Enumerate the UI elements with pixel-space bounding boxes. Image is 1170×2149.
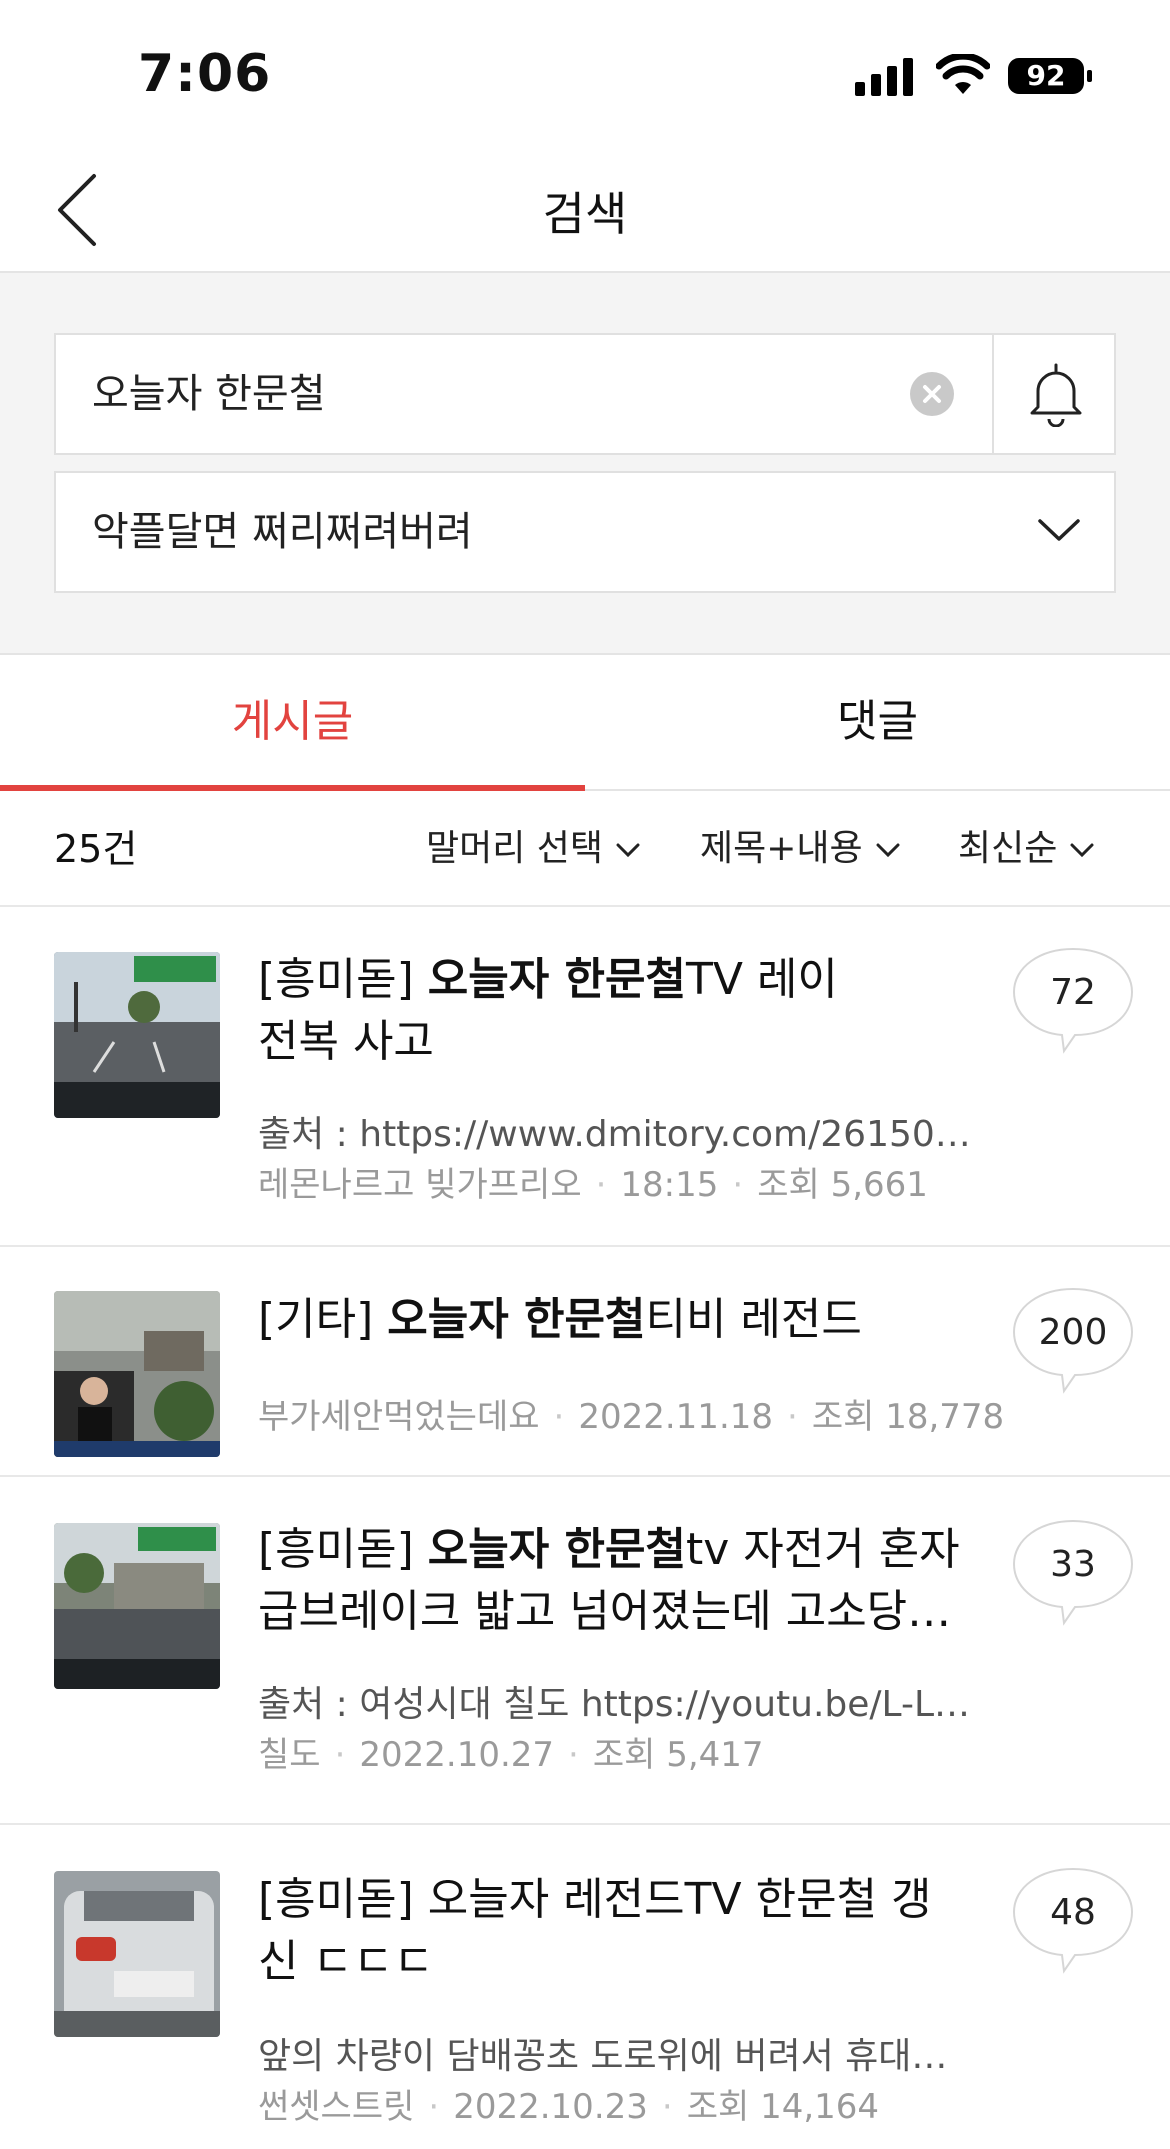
comment-count-bubble: 72 bbox=[1012, 947, 1134, 1057]
comment-count-bubble: 200 bbox=[1012, 1287, 1134, 1397]
list-item[interactable]: [흥미돋] 오늘자 한문철tv 자전거 혼자 급브레이크 밟고 넘어졌는데 고소… bbox=[0, 1477, 1170, 1825]
prefix-filter[interactable]: 말머리 선택 bbox=[426, 791, 641, 907]
post-author: 부가세안먹었는데요 bbox=[258, 1397, 540, 1437]
comment-count: 72 bbox=[1050, 972, 1096, 1013]
post-thumbnail bbox=[54, 1291, 220, 1457]
post-meta: 부가세안먹었는데요 · 2022.11.18 · 조회 18,778 bbox=[258, 1397, 1005, 1437]
post-date: 2022.11.18 bbox=[578, 1397, 774, 1437]
post-author: 칠도 bbox=[258, 1735, 321, 1775]
post-views: 조회 5,417 bbox=[592, 1735, 764, 1775]
post-date: 18:15 bbox=[620, 1165, 719, 1205]
result-tabs: 게시글 댓글 bbox=[0, 655, 1170, 791]
post-title-highlight: 오늘자 한문철 bbox=[427, 954, 686, 1005]
post-date: 2022.10.27 bbox=[359, 1735, 555, 1775]
post-title-line2: 급브레이크 밟고 넘어졌는데 고소당… bbox=[258, 1586, 952, 1637]
nav-bar: 검색 bbox=[0, 150, 1170, 273]
post-thumbnail bbox=[54, 1871, 220, 2037]
post-meta: 썬셋스트릿 · 2022.10.23 · 조회 14,164 bbox=[258, 2087, 880, 2127]
board-select[interactable]: 악플달면 쩌리쩌려버려 bbox=[54, 471, 1116, 593]
post-title: [흥미돋] 오늘자 한문철TV 레이 전복 사고 bbox=[258, 949, 978, 1073]
post-views: 조회 14,164 bbox=[686, 2087, 880, 2127]
result-count: 25건 bbox=[54, 827, 138, 871]
post-thumbnail bbox=[54, 952, 220, 1118]
post-thumbnail bbox=[54, 1523, 220, 1689]
board-select-value: 악플달면 쩌리쩌려버려 bbox=[92, 509, 473, 555]
post-views: 조회 5,661 bbox=[757, 1165, 928, 1205]
post-title-line2: 신 ㄷㄷㄷ bbox=[258, 1936, 434, 1987]
post-snippet: 앞의 차량이 담배꽁초 도로위에 버려서 휴대… bbox=[258, 2036, 948, 2077]
chevron-down-icon bbox=[876, 843, 900, 858]
post-prefix: [흥미돋] bbox=[258, 1524, 414, 1575]
post-title: [흥미돋] 오늘자 한문철tv 자전거 혼자 급브레이크 밟고 넘어졌는데 고소… bbox=[258, 1519, 978, 1643]
post-title-text: TV 레이 bbox=[685, 954, 838, 1005]
tab-posts[interactable]: 게시글 bbox=[0, 655, 585, 789]
post-title: [기타] 오늘자 한문철티비 레전드 bbox=[258, 1289, 978, 1351]
chevron-down-icon bbox=[1070, 843, 1094, 858]
post-title-text: tv 자전거 혼자 bbox=[685, 1524, 960, 1575]
post-snippet: 출처 : https://www.dmitory.com/261507... bbox=[258, 1114, 978, 1155]
post-title-line2: 전복 사고 bbox=[258, 1016, 434, 1067]
tab-comments[interactable]: 댓글 bbox=[585, 655, 1170, 789]
post-title-highlight: 오늘자 한문철 bbox=[387, 1294, 646, 1345]
chevron-down-icon bbox=[1038, 519, 1080, 541]
post-views: 조회 18,778 bbox=[811, 1397, 1005, 1437]
filter-row: 25건 말머리 선택 제목+내용 최신순 bbox=[0, 791, 1170, 907]
cellular-signal-icon bbox=[855, 58, 913, 96]
post-meta: 칠도 · 2022.10.27 · 조회 5,417 bbox=[258, 1735, 764, 1775]
post-meta: 레몬나르고 빚가프리오 · 18:15 · 조회 5,661 bbox=[258, 1165, 928, 1205]
list-item[interactable]: [흥미돋] 오늘자 한문철TV 레이 전복 사고 출처 : https://ww… bbox=[0, 907, 1170, 1247]
post-title-text: 티비 레전드 bbox=[645, 1294, 862, 1345]
chevron-down-icon bbox=[616, 843, 640, 858]
comment-count-bubble: 48 bbox=[1012, 1867, 1134, 1977]
post-author: 썬셋스트릿 bbox=[258, 2087, 415, 2127]
post-snippet: 출처 : 여성시대 칠도 https://youtu.be/L-Lj... bbox=[258, 1684, 978, 1725]
scope-filter-label: 제목+내용 bbox=[700, 828, 863, 869]
post-title-text: 오늘자 레전드TV 한문철 갱 bbox=[427, 1874, 932, 1925]
status-bar: 7:06 92 bbox=[0, 0, 1170, 150]
search-box bbox=[54, 333, 994, 455]
comment-count-bubble: 33 bbox=[1012, 1519, 1134, 1629]
battery-level: 92 bbox=[1026, 59, 1066, 92]
post-title: [흥미돋] 오늘자 레전드TV 한문철 갱 신 ㄷㄷㄷ bbox=[258, 1869, 978, 1993]
comment-count: 200 bbox=[1038, 1312, 1108, 1353]
clear-search-button[interactable] bbox=[910, 372, 954, 416]
list-item[interactable]: [기타] 오늘자 한문철티비 레전드 부가세안먹었는데요 · 2022.11.18 ·… bbox=[0, 1247, 1170, 1477]
scope-filter[interactable]: 제목+내용 bbox=[700, 791, 901, 907]
comment-count: 33 bbox=[1050, 1544, 1096, 1585]
notification-bell-button[interactable] bbox=[992, 333, 1116, 455]
status-time: 7:06 bbox=[138, 44, 272, 104]
sort-filter[interactable]: 최신순 bbox=[958, 791, 1095, 907]
page-title: 검색 bbox=[542, 187, 628, 241]
post-date: 2022.10.23 bbox=[453, 2087, 648, 2127]
post-prefix: [흥미돋] bbox=[258, 1874, 414, 1925]
post-title-highlight: 오늘자 한문철 bbox=[427, 1524, 686, 1575]
search-area: 악플달면 쩌리쩌려버려 bbox=[0, 273, 1170, 655]
post-prefix: [기타] bbox=[258, 1294, 374, 1345]
search-input[interactable] bbox=[92, 335, 912, 453]
sort-filter-label: 최신순 bbox=[958, 828, 1058, 869]
list-item[interactable]: [흥미돋] 오늘자 레전드TV 한문철 갱 신 ㄷㄷㄷ 앞의 차량이 담배꽁초 … bbox=[0, 1825, 1170, 2149]
prefix-filter-label: 말머리 선택 bbox=[426, 828, 604, 869]
wifi-icon bbox=[936, 54, 990, 94]
comment-count: 48 bbox=[1050, 1892, 1096, 1933]
close-icon bbox=[923, 385, 941, 403]
post-author: 레몬나르고 빚가프리오 bbox=[258, 1165, 582, 1205]
bell-icon bbox=[1030, 363, 1082, 427]
post-prefix: [흥미돋] bbox=[258, 954, 414, 1005]
